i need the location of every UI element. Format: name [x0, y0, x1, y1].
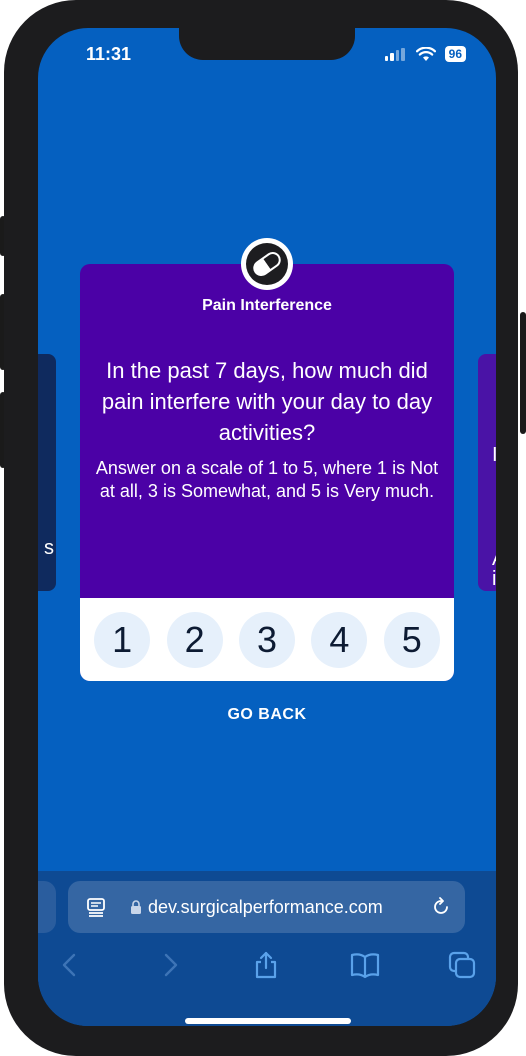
- page-menu-icon[interactable]: [86, 897, 106, 917]
- next-card-text-1: I: [492, 444, 496, 466]
- question-text: In the past 7 days, how much did pain in…: [101, 358, 433, 445]
- screen: 11:31 96 s I A: [38, 28, 496, 1026]
- home-indicator[interactable]: [185, 1018, 351, 1024]
- lock-icon: [131, 900, 141, 914]
- rating-option-4[interactable]: 4: [311, 611, 368, 668]
- go-back-button[interactable]: GO BACK: [38, 706, 496, 724]
- next-card-text-3: i: [492, 568, 496, 590]
- address-bar[interactable]: dev.surgicalperformance.com: [68, 881, 465, 933]
- url-text: dev.surgicalperformance.com: [148, 896, 383, 917]
- rating-scale: 1 2 3 4 5: [80, 598, 454, 681]
- tabs-icon[interactable]: [448, 951, 476, 979]
- dynamic-notch: [179, 28, 355, 60]
- next-card-peek[interactable]: I A i: [478, 354, 496, 591]
- bookmarks-icon[interactable]: [350, 951, 380, 979]
- rating-option-3[interactable]: 3: [238, 611, 295, 668]
- status-time: 11:31: [86, 44, 132, 64]
- previous-card-peek[interactable]: s: [38, 354, 56, 591]
- phone-frame: 11:31 96 s I A: [4, 0, 518, 1056]
- phone-device: 11:31 96 s I A: [0, 0, 526, 1056]
- rating-option-5[interactable]: 5: [383, 611, 440, 668]
- category-title: Pain Interference: [202, 297, 332, 314]
- reload-icon[interactable]: [431, 897, 451, 917]
- previous-tab-preview[interactable]: [38, 881, 56, 933]
- battery-level: 96: [444, 46, 466, 62]
- previous-card-text: s: [44, 537, 54, 559]
- instruction-text: Answer on a scale of 1 to 5, where 1 is …: [95, 458, 439, 501]
- power-button: [520, 312, 526, 434]
- rating-option-1[interactable]: 1: [94, 611, 151, 668]
- share-icon[interactable]: [252, 951, 280, 979]
- forward-icon[interactable]: [156, 951, 184, 979]
- back-icon[interactable]: [56, 951, 84, 979]
- wifi-icon: [415, 46, 436, 61]
- status-indicators: 96: [384, 46, 466, 62]
- question-card: Pain Interference In the past 7 days, ho…: [80, 238, 454, 681]
- signal-icon: [384, 47, 407, 61]
- rating-option-2[interactable]: 2: [166, 611, 223, 668]
- pill-icon: [241, 238, 293, 290]
- browser-toolbar: dev.surgicalperformance.com: [38, 871, 496, 1026]
